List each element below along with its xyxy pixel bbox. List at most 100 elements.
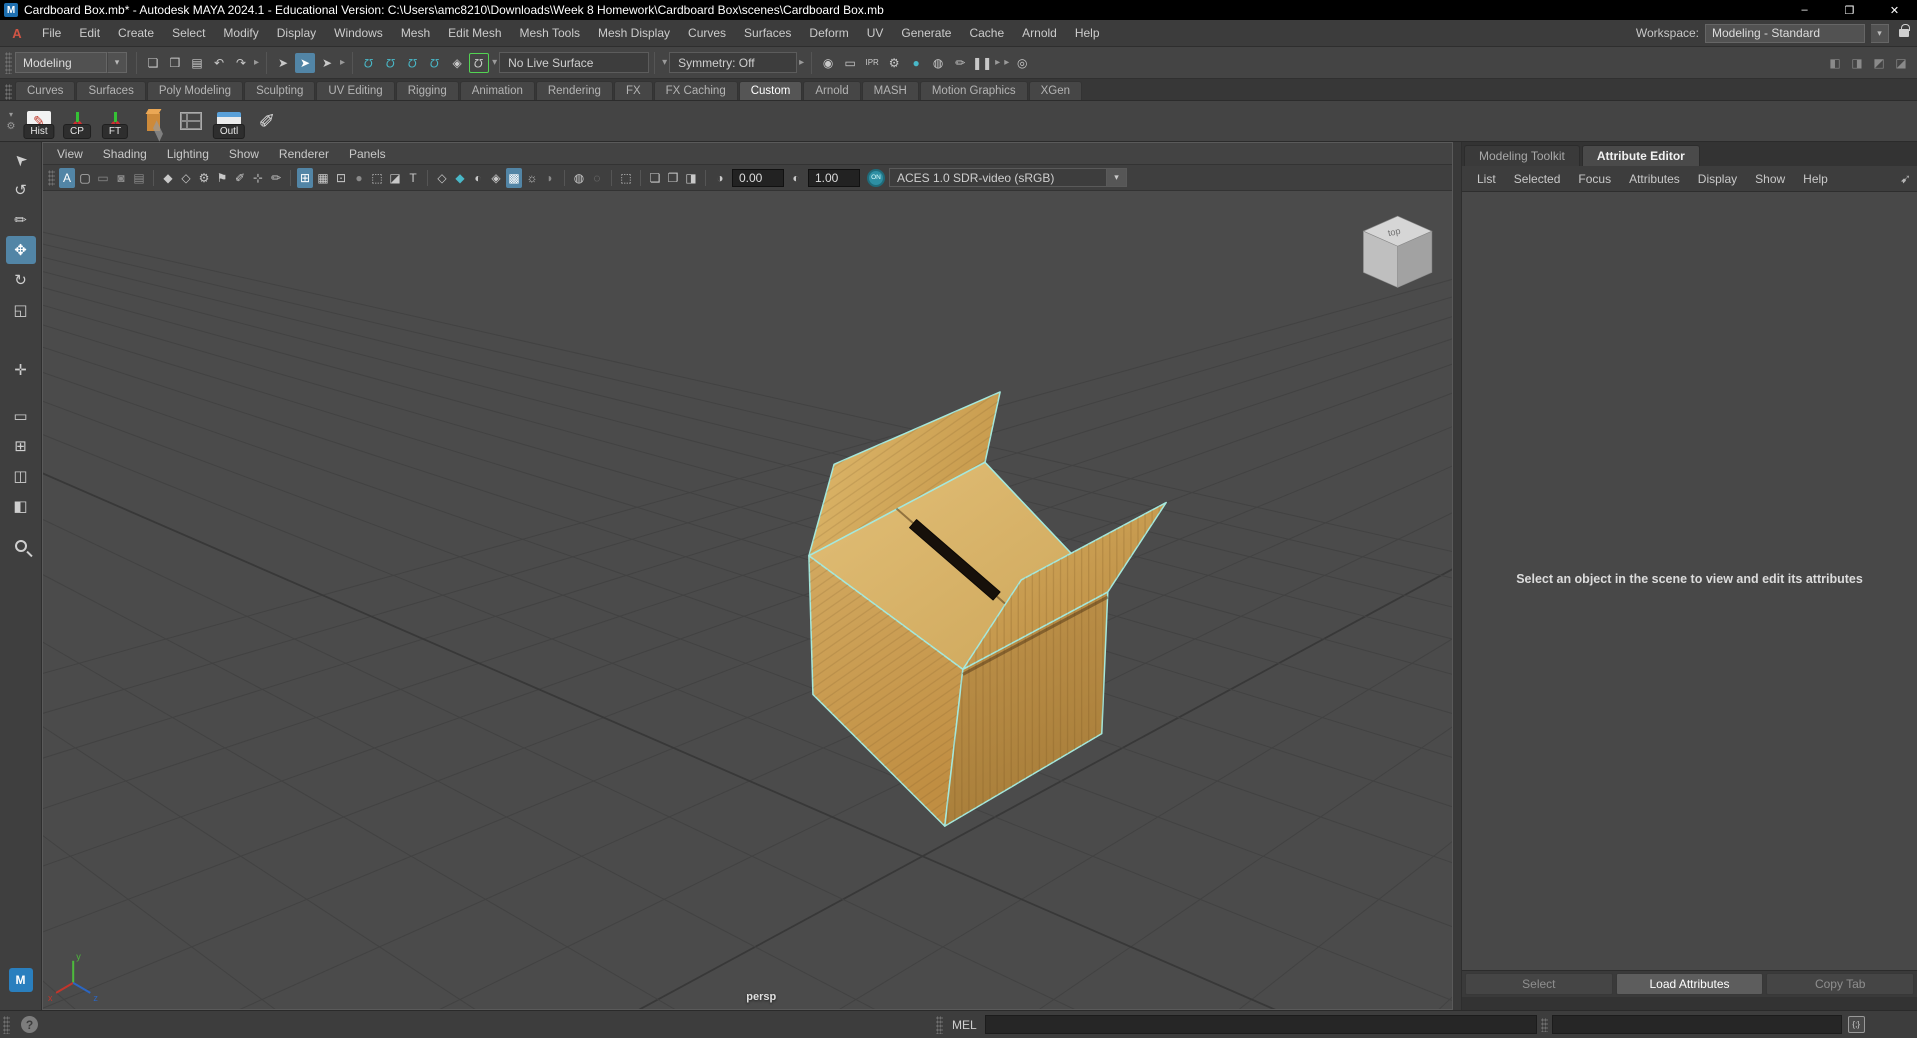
camera-lock-icon[interactable]: ◇	[178, 168, 194, 188]
layout-single-pane-icon[interactable]: ▭	[6, 402, 36, 430]
use-all-lights-icon[interactable]: ◈	[488, 168, 504, 188]
wireframe-on-shaded-icon[interactable]: ▩	[506, 168, 522, 188]
menu-display[interactable]: Display	[268, 20, 325, 46]
shelf-tab-uv-editing[interactable]: UV Editing	[316, 81, 394, 100]
safe-title-icon[interactable]: ●	[351, 168, 367, 188]
frame-all-icon[interactable]: ⬚	[369, 168, 385, 188]
menu-create[interactable]: Create	[109, 20, 163, 46]
shelf-tab-arnold[interactable]: Arnold	[803, 81, 860, 100]
viewport-menu-show[interactable]: Show	[219, 143, 269, 164]
menu-edit-mesh[interactable]: Edit Mesh	[439, 20, 510, 46]
menu-surfaces[interactable]: Surfaces	[735, 20, 800, 46]
grease-pencil-icon[interactable]: ✏	[268, 168, 284, 188]
textured-display-icon[interactable]: ◐	[470, 168, 486, 188]
copy-view-icon[interactable]: ❏	[647, 168, 663, 188]
shelf-tab-xgen[interactable]: XGen	[1029, 81, 1082, 100]
menu-file[interactable]: File	[33, 20, 70, 46]
paste-view-icon[interactable]: ❐	[665, 168, 681, 188]
maya-badge-icon[interactable]: M	[9, 968, 33, 992]
menu-edit[interactable]: Edit	[70, 20, 109, 46]
collapse-arrow-icon[interactable]: ▸	[995, 57, 1000, 68]
toggle-attribute-editor-icon[interactable]: ◨	[1847, 53, 1867, 73]
menu-deform[interactable]: Deform	[800, 20, 857, 46]
camera-settings-icon[interactable]: ⚙	[196, 168, 212, 188]
cardboard-box-object[interactable]	[809, 392, 1166, 826]
shelf-tab-curves[interactable]: Curves	[15, 81, 75, 100]
render-view-icon[interactable]: ◉	[818, 53, 838, 73]
default-lighting-icon[interactable]: ☼	[524, 168, 540, 188]
snap-to-projected-center-icon[interactable]: Ω	[425, 53, 445, 73]
snap-to-point-icon[interactable]: Ω	[403, 53, 423, 73]
motion-blur-icon[interactable]: ◌	[589, 168, 605, 188]
collapse-arrow-icon[interactable]: ▸	[340, 57, 345, 68]
menu-arnold[interactable]: Arnold	[1013, 20, 1066, 46]
toggle-tool-settings-icon[interactable]: ◩	[1869, 53, 1889, 73]
exposure-field[interactable]: 0.00	[732, 169, 784, 187]
grid-toggle-icon[interactable]: ⊞	[297, 168, 313, 188]
commandline-grip[interactable]	[936, 1016, 943, 1034]
close-button[interactable]: ✕	[1872, 0, 1917, 20]
menu-windows[interactable]: Windows	[325, 20, 392, 46]
shelf-button-outliner[interactable]: Outl	[210, 102, 248, 140]
result-grip[interactable]	[1541, 1018, 1548, 1032]
render-settings-icon[interactable]: ⚙	[884, 53, 904, 73]
workspace-select[interactable]: Modeling - Standard	[1705, 24, 1865, 43]
toggle-channel-box-icon[interactable]: ◪	[1891, 53, 1911, 73]
viewport-menu-panels[interactable]: Panels	[339, 143, 396, 164]
toggle-modeling-toolkit-icon[interactable]: ◧	[1825, 53, 1845, 73]
rotate-tool-icon[interactable]: ↻	[6, 266, 36, 294]
camera-select-icon[interactable]: ◆	[160, 168, 176, 188]
color-management-on-icon[interactable]: ON	[867, 169, 885, 187]
workspace-dropdown-arrow-icon[interactable]: ▾	[1871, 24, 1889, 43]
shelf-button-curve-tool[interactable]: ✐	[248, 102, 286, 140]
bookmark-icon[interactable]: ⚑	[214, 168, 230, 188]
ae-menu-show[interactable]: Show	[1746, 172, 1794, 186]
scale-tool-icon[interactable]: ◱	[6, 296, 36, 324]
gamma-icon[interactable]: ◐	[788, 168, 804, 188]
viewport-canvas[interactable]: top y x z persp	[43, 191, 1452, 1009]
copy-tab-button[interactable]: Copy Tab	[1766, 973, 1914, 995]
statusline-grip[interactable]	[5, 52, 12, 74]
new-scene-icon[interactable]: ❏	[143, 53, 163, 73]
undo-icon[interactable]: ↶	[209, 53, 229, 73]
ae-menu-focus[interactable]: Focus	[1569, 172, 1620, 186]
shelf-button-freeze-transform[interactable]: FT	[96, 102, 134, 140]
viewport-menu-renderer[interactable]: Renderer	[269, 143, 339, 164]
save-scene-icon[interactable]: ▤	[187, 53, 207, 73]
snap-options-dropdown-icon[interactable]: ▾	[492, 57, 497, 68]
shelf-tab-custom[interactable]: Custom	[739, 81, 803, 100]
exposure-icon[interactable]: ◑	[712, 168, 728, 188]
shelf-gear-icon[interactable]: ⚙	[7, 121, 16, 132]
snap-together-icon[interactable]: Ω	[469, 53, 489, 73]
menu-set-selector[interactable]: Modeling	[15, 52, 107, 73]
viewport-toolbar-grip[interactable]	[48, 170, 55, 186]
colorspace-dropdown-icon[interactable]: ▾	[1107, 168, 1127, 187]
select-button[interactable]: Select	[1465, 973, 1613, 995]
ipr-render-icon[interactable]: IPR	[862, 53, 882, 73]
shelf-menu-arrow-icon[interactable]: ▾	[9, 110, 13, 119]
bottombar-grip[interactable]	[3, 1016, 10, 1034]
image-plane-icon[interactable]: ✐	[232, 168, 248, 188]
film-gate-icon[interactable]: ▢	[77, 168, 93, 188]
shelf-button-extrude[interactable]	[134, 102, 172, 140]
script-editor-icon[interactable]: {;}	[1848, 1016, 1865, 1033]
menu-generate[interactable]: Generate	[892, 20, 960, 46]
layout-two-pane-icon[interactable]: ◫	[6, 462, 36, 490]
select-by-object-icon[interactable]: ➤	[295, 53, 315, 73]
collapse-arrow-icon[interactable]: ▸	[799, 57, 804, 68]
shelf-tab-motion-graphics[interactable]: Motion Graphics	[920, 81, 1028, 100]
field-chart-icon[interactable]: ▤	[131, 168, 147, 188]
image-display-icon[interactable]: ◪	[387, 168, 403, 188]
paint-effects-icon[interactable]: ✏	[950, 53, 970, 73]
shelf-button-center-pivot[interactable]: CP	[58, 102, 96, 140]
maximize-button[interactable]: ❐	[1827, 0, 1872, 20]
menu-cache[interactable]: Cache	[960, 20, 1013, 46]
snap-to-grid-icon[interactable]: Ω	[359, 53, 379, 73]
camera-attributes-icon[interactable]: A	[59, 168, 75, 188]
make-live-icon[interactable]: ◈	[447, 53, 467, 73]
menu-mesh[interactable]: Mesh	[392, 20, 439, 46]
hypershade-icon[interactable]: ●	[906, 53, 926, 73]
ae-menu-attributes[interactable]: Attributes	[1620, 172, 1689, 186]
shelf-tab-poly-modeling[interactable]: Poly Modeling	[147, 81, 243, 100]
ae-menu-selected[interactable]: Selected	[1505, 172, 1570, 186]
